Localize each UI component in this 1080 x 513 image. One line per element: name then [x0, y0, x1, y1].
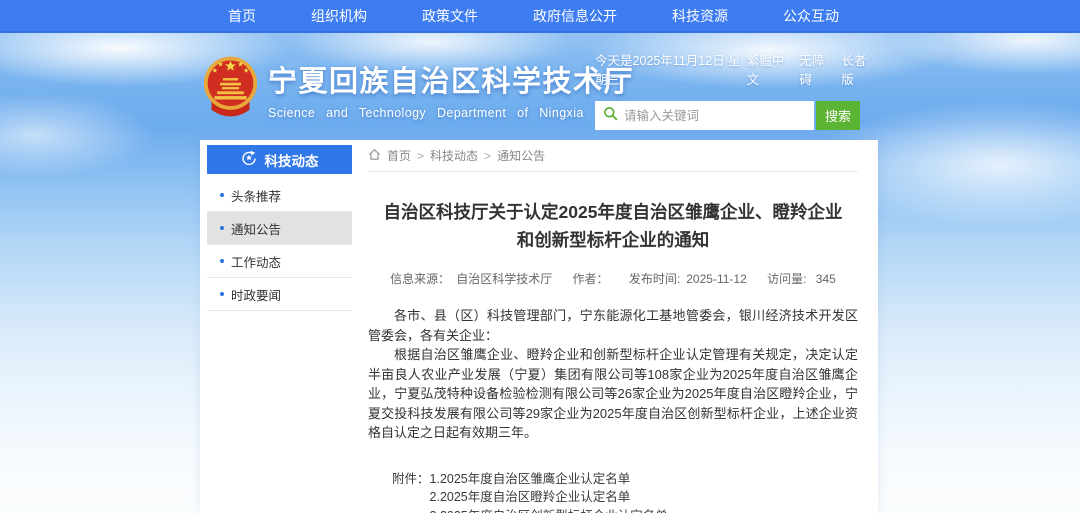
- current-date: 今天是2025年11月12日 星期三: [595, 50, 747, 88]
- meta-author-label: 作者：: [573, 272, 609, 286]
- sidebar-item-notices[interactable]: 通知公告: [207, 212, 352, 245]
- article-body: 各市、县（区）科技管理部门，宁东能源化工基地管委会，银川经济技术开发区管委会，各…: [368, 306, 858, 443]
- article-title-line2: 和创新型标杆企业的通知: [517, 230, 710, 250]
- article-paragraph: 根据自治区雏鹰企业、瞪羚企业和创新型标杆企业认定管理有关规定，决定认定半亩良人农…: [368, 345, 858, 443]
- nav-item-sci-tech-resources[interactable]: 科技资源: [672, 6, 728, 26]
- attachments: 附件： 1.2025年度自治区雏鹰企业认定名单 2.2025年度自治区瞪羚企业认…: [368, 470, 858, 513]
- breadcrumb: 首页 > 科技动态 > 通知公告: [368, 140, 858, 172]
- site-header: 宁夏回族自治区科学技术厅 Science and Technology Depa…: [0, 46, 1080, 142]
- search-button[interactable]: 搜索: [816, 101, 860, 130]
- home-icon: [368, 148, 381, 164]
- bullet-icon: [220, 226, 224, 230]
- meta-source-label: 信息来源：: [390, 272, 450, 286]
- header-right: 今天是2025年11月12日 星期三 繁體中文 无障碍 长者版: [595, 50, 874, 130]
- attachment-link-3[interactable]: 3.2025年度自治区创新型标杆企业认定名单: [430, 507, 668, 513]
- search-bar: 搜索: [595, 101, 874, 130]
- meta-publish-label: 发布时间:: [629, 272, 680, 286]
- quick-links: 繁體中文 无障碍 长者版: [747, 50, 874, 88]
- content-panel: 科技动态 头条推荐 通知公告 工作动态 时政要闻: [200, 140, 878, 513]
- sidebar-item-label: 时政要闻: [231, 285, 281, 304]
- link-accessibility[interactable]: 无障碍: [799, 50, 832, 88]
- nav-item-policy-documents[interactable]: 政策文件: [422, 6, 478, 26]
- breadcrumb-notices[interactable]: 通知公告: [497, 147, 545, 164]
- meta-views-label: 访问量:: [767, 272, 806, 286]
- brand: 宁夏回族自治区科学技术厅 Science and Technology Depa…: [202, 54, 634, 127]
- meta-source-value: 自治区科学技术厅: [456, 272, 552, 286]
- date-row: 今天是2025年11月12日 星期三 繁體中文 无障碍 长者版: [595, 50, 874, 88]
- link-traditional-chinese[interactable]: 繁體中文: [747, 50, 791, 88]
- nav-item-public-interaction[interactable]: 公众互动: [783, 6, 839, 26]
- breadcrumb-home[interactable]: 首页: [387, 147, 411, 164]
- breadcrumb-sci-tech-news[interactable]: 科技动态: [430, 147, 478, 164]
- search-input[interactable]: [624, 109, 806, 123]
- sidebar-header-label: 科技动态: [265, 150, 319, 170]
- national-emblem-icon: [202, 54, 259, 127]
- article-title: 自治区科技厅关于认定2025年度自治区雏鹰企业、瞪羚企业 和创新型标杆企业的通知: [368, 198, 858, 254]
- breadcrumb-separator: >: [417, 149, 424, 163]
- site-title: 宁夏回族自治区科学技术厅: [268, 67, 634, 99]
- sidebar-item-work-updates[interactable]: 工作动态: [207, 245, 352, 278]
- sidebar-item-label: 通知公告: [231, 219, 281, 238]
- article-meta: 信息来源： 自治区科学技术厅 作者： 发布时间: 2025-11-12 访问量: 3…: [368, 270, 858, 287]
- brand-text: 宁夏回族自治区科学技术厅 Science and Technology Depa…: [268, 67, 634, 127]
- search-box: [595, 101, 814, 130]
- nav-item-gov-info-disclosure[interactable]: 政府信息公开: [533, 6, 617, 26]
- sidebar-item-headlines[interactable]: 头条推荐: [207, 179, 352, 212]
- article-paragraph: 各市、县（区）科技管理部门，宁东能源化工基地管委会，银川经济技术开发区管委会，各…: [368, 306, 858, 345]
- attachment-link-2[interactable]: 2.2025年度自治区瞪羚企业认定名单: [430, 488, 668, 507]
- sidebar: 科技动态 头条推荐 通知公告 工作动态 时政要闻: [207, 145, 352, 513]
- page: 首页 组织机构 政策文件 政府信息公开 科技资源 公众互动: [0, 0, 1080, 513]
- search-icon: [603, 106, 618, 126]
- circle-star-icon: [241, 150, 257, 169]
- article-area: 首页 > 科技动态 > 通知公告 自治区科技厅关于认定2025年度自治区雏鹰企业…: [368, 140, 858, 513]
- site-title-english: Science and Technology Department of Nin…: [268, 106, 634, 120]
- sidebar-item-label: 工作动态: [231, 252, 281, 271]
- attachment-link-1[interactable]: 1.2025年度自治区雏鹰企业认定名单: [430, 470, 668, 489]
- sidebar-header-sci-tech-news[interactable]: 科技动态: [207, 145, 352, 174]
- nav-item-home[interactable]: 首页: [228, 6, 256, 26]
- breadcrumb-separator: >: [484, 149, 491, 163]
- nav-item-organization[interactable]: 组织机构: [311, 6, 367, 26]
- meta-views-value: 345: [816, 272, 836, 286]
- bullet-icon: [220, 259, 224, 263]
- attachments-label: 附件：: [392, 470, 430, 513]
- attachment-list: 1.2025年度自治区雏鹰企业认定名单 2.2025年度自治区瞪羚企业认定名单 …: [430, 470, 668, 513]
- article-title-line1: 自治区科技厅关于认定2025年度自治区雏鹰企业、瞪羚企业: [384, 202, 843, 222]
- bullet-icon: [220, 292, 224, 296]
- sidebar-menu: 头条推荐 通知公告 工作动态 时政要闻: [207, 179, 352, 311]
- top-nav: 首页 组织机构 政策文件 政府信息公开 科技资源 公众互动: [0, 0, 1080, 33]
- sidebar-item-label: 头条推荐: [231, 186, 281, 205]
- bullet-icon: [220, 193, 224, 197]
- link-elderly-version[interactable]: 长者版: [841, 50, 874, 88]
- sidebar-item-political-news[interactable]: 时政要闻: [207, 278, 352, 311]
- meta-publish-date: 2025-11-12: [686, 272, 747, 286]
